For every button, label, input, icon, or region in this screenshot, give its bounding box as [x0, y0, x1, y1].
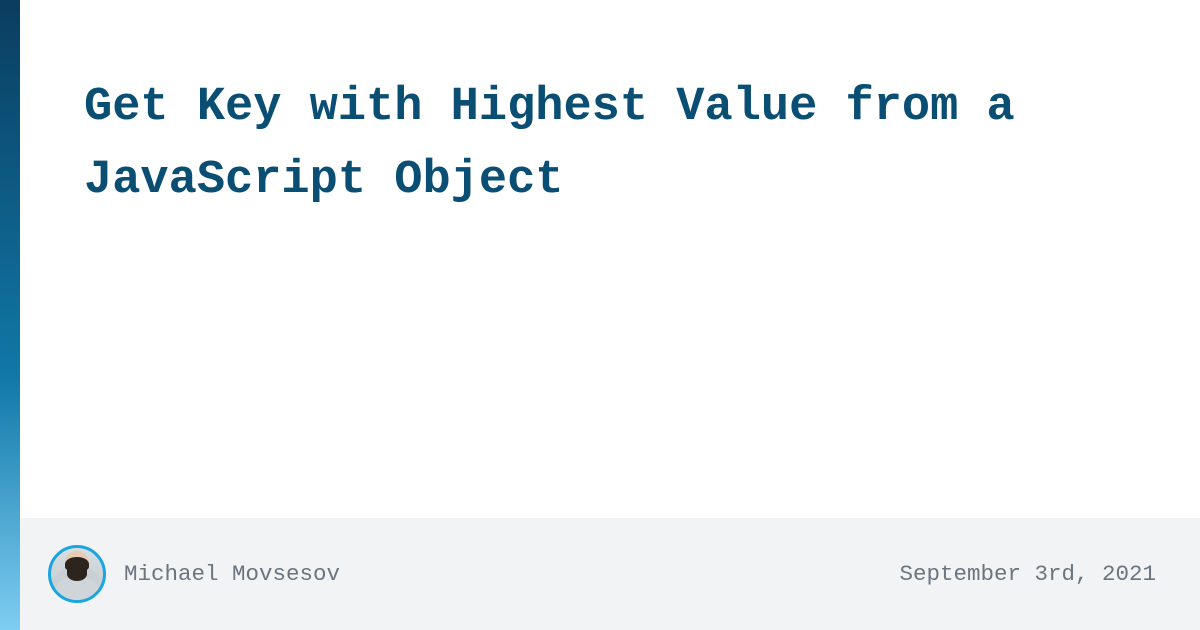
footer-bar: Michael Movsesov September 3rd, 2021 — [20, 518, 1200, 630]
author-avatar — [48, 545, 106, 603]
content-container: Get Key with Highest Value from a JavaSc… — [20, 0, 1200, 630]
publish-date: September 3rd, 2021 — [899, 561, 1156, 587]
accent-bar — [0, 0, 20, 630]
article-title: Get Key with Highest Value from a JavaSc… — [84, 72, 1140, 218]
main-area: Get Key with Highest Value from a JavaSc… — [20, 0, 1200, 518]
author-block: Michael Movsesov — [48, 545, 340, 603]
author-name: Michael Movsesov — [124, 561, 340, 587]
